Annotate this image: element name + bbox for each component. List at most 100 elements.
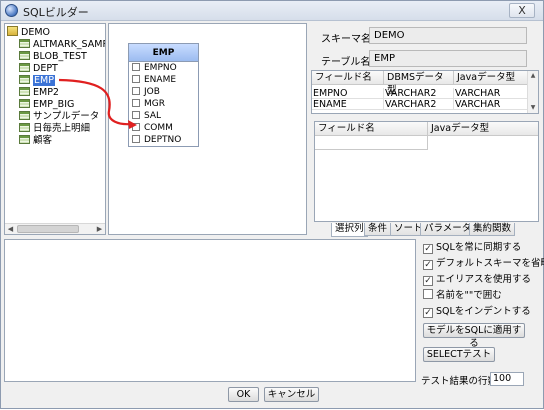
option-indent-sql[interactable]: ✓ SQLをインデントする	[423, 305, 531, 318]
checkbox-checked[interactable]: ✓	[423, 276, 433, 286]
option-use-alias[interactable]: ✓ エイリアスを使用する	[423, 273, 531, 286]
field-checkbox[interactable]	[132, 99, 140, 107]
database-icon	[7, 26, 18, 36]
field-grid-cell[interactable]: ENAME	[312, 99, 384, 110]
checkbox-checked[interactable]: ✓	[423, 308, 433, 318]
field-grid-header-java[interactable]: Javaデータ型	[454, 71, 529, 85]
tree-item-daily-sales[interactable]: 日毎売上明細	[19, 123, 90, 135]
tree-item-label: 日毎売上明細	[33, 123, 91, 134]
field-checkbox[interactable]	[132, 135, 140, 143]
field-grid-header-dbms[interactable]: DBMSデータ型	[384, 71, 454, 96]
tree-item-label: EMP_BIG	[33, 99, 75, 110]
table-icon	[19, 87, 30, 96]
option-label: SQLをインデントする	[436, 306, 531, 317]
checkbox-checked[interactable]: ✓	[423, 260, 433, 270]
entity-field-mgr[interactable]: MGR	[129, 98, 198, 110]
title-bar[interactable]: SQLビルダー X	[1, 1, 543, 21]
field-grid-cell[interactable]: VARCHAR	[454, 88, 529, 99]
tree-item-label: DEPT	[33, 63, 58, 74]
selected-grid-header-java[interactable]: Javaデータ型	[428, 122, 538, 136]
option-quote-names[interactable]: 名前を""で囲む	[423, 289, 502, 302]
scroll-left-icon[interactable]: ◀	[5, 224, 16, 234]
selected-grid-empty-row	[315, 136, 428, 150]
table-icon	[19, 51, 30, 60]
test-rows-input[interactable]: 100	[490, 372, 524, 386]
field-grid-cell[interactable]: VARCHAR2	[384, 99, 454, 110]
table-icon	[19, 75, 30, 84]
entity-field-sal[interactable]: SAL	[129, 110, 198, 122]
entity-field-ename[interactable]: ENAME	[129, 74, 198, 86]
tree-item-blob-test[interactable]: BLOB_TEST	[19, 51, 87, 63]
table-icon	[19, 99, 30, 108]
option-label: エイリアスを使用する	[436, 274, 532, 285]
tree-item-altmark[interactable]: ALTMARK_SAMPL	[19, 39, 106, 51]
tab-selected-columns[interactable]: 選択列	[331, 223, 368, 237]
field-label: SAL	[144, 111, 162, 121]
entity-field-job[interactable]: JOB	[129, 86, 198, 98]
tree-item-sample-data[interactable]: サンプルデータ	[19, 111, 99, 123]
scroll-right-icon[interactable]: ▶	[94, 224, 105, 234]
ok-button[interactable]: OK	[228, 387, 259, 402]
field-checkbox[interactable]	[132, 63, 140, 71]
entity-emp[interactable]: EMP EMPNO ENAME JOB MGR SAL COMM DEPTNO	[128, 43, 199, 147]
field-label: COMM	[144, 123, 173, 133]
tree-item-customer[interactable]: 顧客	[19, 135, 52, 147]
entity-header[interactable]: EMP	[129, 44, 198, 62]
app-icon	[5, 4, 18, 17]
selected-grid-header-name[interactable]: フィールド名	[315, 122, 428, 136]
table-field: EMP	[369, 50, 527, 67]
field-grid-cell[interactable]: VARCHAR2	[384, 88, 454, 99]
apply-model-to-sql-button[interactable]: モデルをSQLに適用する	[423, 323, 525, 349]
sql-builder-window: SQLビルダー X DEMO ALTMARK_SAMPL BLOB_TEST D…	[0, 0, 544, 409]
tab-conditions[interactable]: 条件	[364, 223, 392, 236]
table-label: テーブル名	[321, 57, 371, 68]
selected-columns-grid[interactable]: フィールド名 Javaデータ型	[314, 121, 539, 222]
field-checkbox[interactable]	[132, 123, 140, 131]
tree-item-emp2[interactable]: EMP2	[19, 87, 59, 99]
field-grid-header-name[interactable]: フィールド名	[312, 71, 384, 85]
scroll-thumb[interactable]	[17, 225, 79, 233]
window-title: SQLビルダー	[23, 6, 89, 19]
tree-item-emp-big[interactable]: EMP_BIG	[19, 99, 74, 111]
schema-field: DEMO	[369, 27, 527, 44]
diagram-canvas[interactable]: EMP EMPNO ENAME JOB MGR SAL COMM DEPTNO	[108, 23, 307, 235]
sql-editor[interactable]	[4, 239, 416, 382]
tree-item-label: サンプルデータ	[33, 111, 100, 122]
field-checkbox[interactable]	[132, 75, 140, 83]
entity-field-comm[interactable]: COMM	[129, 122, 198, 134]
tree-root-label: DEMO	[21, 27, 50, 38]
table-icon	[19, 63, 30, 72]
field-checkbox[interactable]	[132, 87, 140, 95]
checkbox-checked[interactable]: ✓	[423, 244, 433, 254]
scroll-down-icon[interactable]: ▼	[528, 103, 538, 113]
tree-item-dept[interactable]: DEPT	[19, 63, 58, 75]
tree-item-label: ALTMARK_SAMPL	[33, 39, 106, 50]
table-icon	[19, 135, 30, 144]
tree-horizontal-scrollbar[interactable]: ◀ ▶	[5, 223, 105, 234]
entity-field-empno[interactable]: EMPNO	[129, 62, 198, 74]
option-label: SQLを常に同期する	[436, 242, 522, 253]
field-grid-scrollbar[interactable]: ▲ ▼	[527, 71, 538, 113]
tree-root-demo[interactable]: DEMO	[7, 26, 50, 38]
field-checkbox[interactable]	[132, 111, 140, 119]
cancel-button[interactable]: キャンセル	[264, 387, 319, 402]
tree-item-label: EMP2	[33, 87, 59, 98]
field-grid-cell[interactable]: EMPNO	[312, 88, 384, 99]
checkbox-unchecked[interactable]	[423, 289, 433, 299]
field-grid-cell[interactable]: VARCHAR	[454, 99, 529, 110]
field-grid: フィールド名 DBMSデータ型 Javaデータ型 EMPNO VARCHAR2 …	[311, 70, 539, 114]
option-omit-default-schema[interactable]: ✓デフォルトスキーマを省略する	[423, 257, 544, 270]
tree-item-emp[interactable]: EMP	[19, 75, 55, 87]
option-sync-sql[interactable]: ✓ SQLを常に同期する	[423, 241, 521, 254]
entity-field-deptno[interactable]: DEPTNO	[129, 134, 198, 146]
table-tree: DEMO ALTMARK_SAMPL BLOB_TEST DEPT EMP EM…	[4, 23, 106, 235]
option-label: 名前を""で囲む	[436, 290, 502, 301]
select-test-button[interactable]: SELECTテスト	[423, 347, 495, 362]
scroll-up-icon[interactable]: ▲	[528, 71, 538, 81]
tree-item-label: BLOB_TEST	[33, 51, 87, 62]
field-label: DEPTNO	[144, 135, 182, 145]
tree-item-label: EMP	[33, 75, 55, 86]
tab-aggregate[interactable]: 集約関数	[469, 223, 516, 236]
field-label: ENAME	[144, 75, 177, 85]
close-button[interactable]: X	[509, 3, 535, 18]
